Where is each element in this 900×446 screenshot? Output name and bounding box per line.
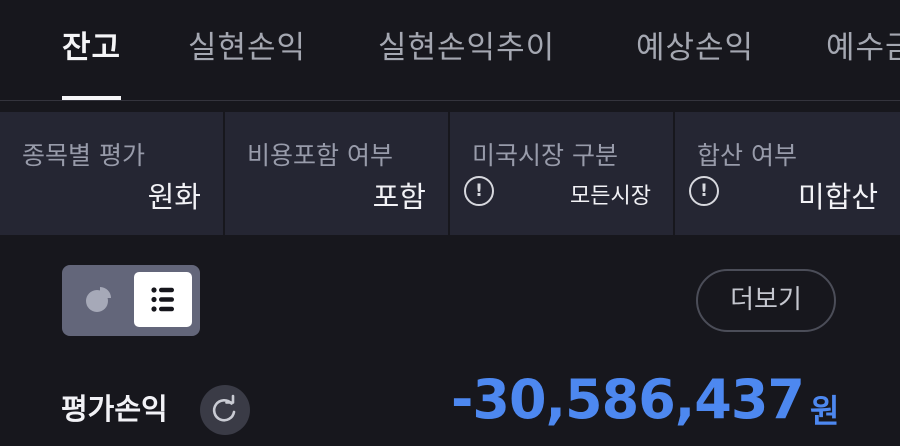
- filter-label: 비용포함 여부: [247, 141, 393, 170]
- filter-combined[interactable]: 합산 여부 ! 미합산: [675, 112, 900, 235]
- list-icon: [151, 287, 174, 312]
- more-button[interactable]: 더보기: [696, 269, 836, 332]
- info-icon[interactable]: !: [464, 176, 494, 206]
- filter-label: 합산 여부: [697, 141, 797, 170]
- pnl-unit: 원: [810, 392, 840, 430]
- refresh-button[interactable]: [200, 385, 250, 435]
- list-view-button[interactable]: [134, 272, 192, 327]
- info-icon[interactable]: !: [689, 176, 719, 206]
- filter-value: 미합산: [797, 180, 878, 214]
- pnl-value: -30,586,437: [450, 368, 805, 431]
- filter-bar: 종목별 평가 원화 비용포함 여부 포함 미국시장 구분 ! 모든시장 합산 여…: [0, 112, 900, 235]
- pnl-label: 평가손익: [61, 392, 168, 426]
- filter-value: 포함: [372, 180, 426, 214]
- filter-label: 종목별 평가: [22, 141, 145, 170]
- filter-us-market[interactable]: 미국시장 구분 ! 모든시장: [450, 112, 673, 235]
- refresh-icon: [212, 394, 236, 422]
- filter-label: 미국시장 구분: [472, 141, 618, 170]
- tab-bar: 잔고 실현손익 실현손익추이 예상손익 예수금: [0, 0, 900, 101]
- tab-deposit[interactable]: 예수금: [826, 22, 900, 100]
- filter-value: 모든시장: [570, 184, 651, 209]
- view-toggle: [62, 265, 200, 336]
- filter-value: 원화: [147, 180, 201, 214]
- tab-balance[interactable]: 잔고: [62, 22, 122, 100]
- filter-valuation-by-stock[interactable]: 종목별 평가 원화: [0, 112, 223, 235]
- pie-chart-icon: [86, 287, 111, 312]
- tab-expected-pnl[interactable]: 예상손익: [636, 22, 754, 100]
- pie-chart-view-button[interactable]: [69, 272, 127, 327]
- tab-realized-pnl[interactable]: 실현손익: [188, 22, 306, 100]
- filter-include-costs[interactable]: 비용포함 여부 포함: [225, 112, 448, 235]
- tab-realized-pnl-trend[interactable]: 실현손익추이: [378, 22, 555, 100]
